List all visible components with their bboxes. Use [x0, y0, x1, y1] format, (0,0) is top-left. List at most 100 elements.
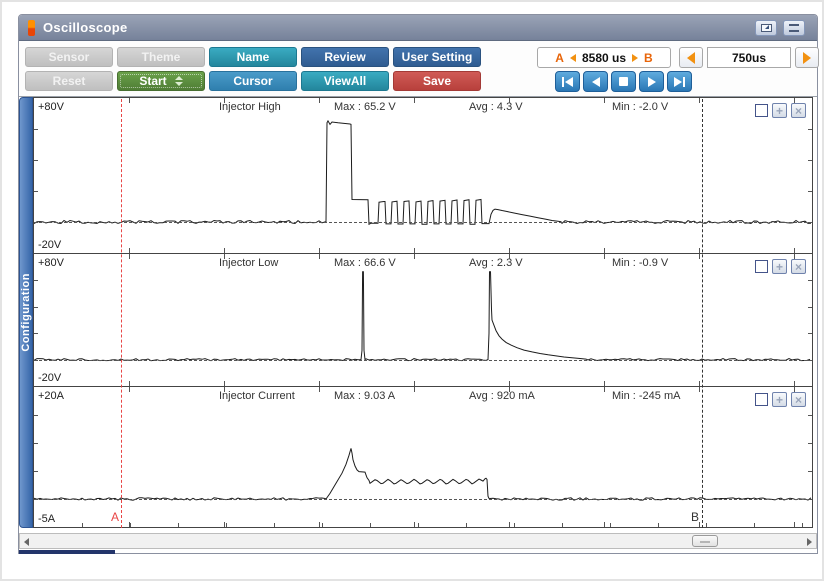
channel-expand-button[interactable]: +: [772, 259, 787, 274]
minimize-button[interactable]: [783, 20, 805, 36]
timebase-decrease-button[interactable]: [679, 47, 703, 68]
cursor-button[interactable]: Cursor: [209, 71, 297, 91]
sensor-button[interactable]: Sensor: [25, 47, 113, 67]
step-back-button[interactable]: [583, 71, 608, 92]
horizontal-scrollbar[interactable]: [19, 533, 817, 549]
timebase-value[interactable]: 750us: [707, 47, 791, 68]
start-spinner-icon[interactable]: [174, 76, 183, 86]
channel-close-button[interactable]: ×: [791, 392, 806, 407]
axis-tick: [604, 254, 605, 259]
axis-tick: [509, 381, 510, 386]
axis-tick: [224, 98, 225, 103]
cursor-a-line[interactable]: [121, 99, 122, 528]
axis-tick: [418, 523, 419, 527]
a-marker-icon: [569, 53, 576, 62]
stat-avg: Avg : 4.3 V: [469, 101, 523, 113]
axis-tick: [34, 129, 38, 130]
scroll-right-icon[interactable]: [807, 538, 812, 546]
channel-select-checkbox[interactable]: [755, 393, 768, 406]
skip-to-end-button[interactable]: [667, 71, 692, 92]
axis-tick: [604, 248, 605, 253]
axis-tick: [34, 191, 38, 192]
axis-tick: [319, 522, 320, 527]
stop-button[interactable]: [611, 71, 636, 92]
minimize-icon: [789, 24, 799, 32]
axis-tick: [224, 248, 225, 253]
start-button[interactable]: Start: [117, 71, 205, 91]
user-setting-button[interactable]: User Setting: [393, 47, 481, 67]
axis-tick: [509, 98, 510, 103]
bottom-left-bar: [19, 550, 115, 554]
axis-tick: [604, 522, 605, 527]
skip-to-start-icon: [565, 76, 573, 87]
axis-tick: [699, 98, 700, 103]
screenshot-button[interactable]: [755, 20, 777, 36]
skip-to-start-button[interactable]: [555, 71, 580, 92]
axis-tick: [319, 254, 320, 259]
name-button[interactable]: Name: [209, 47, 297, 67]
axis-tick: [34, 499, 38, 500]
screenshot-root: Oscilloscope Sensor Theme Name Review Us…: [0, 0, 824, 581]
y-min-label: -5A: [38, 513, 56, 525]
axis-tick: [808, 307, 812, 308]
axis-tick: [794, 248, 795, 253]
play-button[interactable]: [639, 71, 664, 92]
axis-tick: [794, 522, 795, 527]
channel-close-button[interactable]: ×: [791, 259, 806, 274]
axis-tick: [808, 280, 812, 281]
viewall-button[interactable]: ViewAll: [301, 71, 389, 91]
stat-avg: Avg : 920 mA: [469, 390, 535, 402]
channel-expand-button[interactable]: +: [772, 103, 787, 118]
axis-tick: [808, 360, 812, 361]
axis-tick: [319, 98, 320, 103]
axis-tick: [34, 360, 38, 361]
save-button[interactable]: Save: [393, 71, 481, 91]
oscilloscope-window: Oscilloscope Sensor Theme Name Review Us…: [18, 14, 819, 554]
axis-tick: [34, 471, 38, 472]
reset-button[interactable]: Reset: [25, 71, 113, 91]
axis-tick: [224, 387, 225, 392]
cursor-a-label: A: [555, 50, 564, 65]
axis-tick: [604, 381, 605, 386]
axis-tick: [274, 523, 275, 527]
channel-name: Injector Low: [219, 257, 279, 269]
waveform-area: +80V -20V Injector High Max : 65.2 V Avg…: [33, 97, 813, 528]
axis-tick: [808, 129, 812, 130]
review-button[interactable]: Review: [301, 47, 389, 67]
cursor-b-line[interactable]: [702, 99, 703, 528]
start-button-label: Start: [139, 74, 167, 88]
configuration-tab[interactable]: Configuration: [19, 97, 33, 528]
axis-tick: [34, 160, 38, 161]
axis-tick: [699, 381, 700, 386]
axis-tick: [129, 248, 130, 253]
axis-tick: [466, 523, 467, 527]
axis-tick: [319, 381, 320, 386]
titlebar[interactable]: Oscilloscope: [19, 15, 817, 41]
axis-tick: [178, 523, 179, 527]
channel-name: Injector High: [219, 101, 281, 113]
channel-expand-button[interactable]: +: [772, 392, 787, 407]
stat-max: Max : 66.6 V: [334, 257, 396, 269]
playback-controls: [555, 71, 692, 92]
axis-tick: [414, 248, 415, 253]
channel-select-checkbox[interactable]: [755, 104, 768, 117]
channel-close-button[interactable]: ×: [791, 103, 806, 118]
step-back-icon: [591, 76, 600, 87]
axis-tick: [808, 222, 812, 223]
scrollbar-thumb[interactable]: [692, 535, 718, 547]
axis-tick: [322, 523, 323, 527]
cursor-b-label: B: [644, 50, 653, 65]
axis-tick: [699, 387, 700, 392]
y-min-label: -20V: [38, 239, 62, 251]
cursor-a-bottom-label: A: [111, 510, 120, 524]
scroll-left-icon[interactable]: [24, 538, 29, 546]
axis-tick: [414, 387, 415, 392]
theme-button[interactable]: Theme: [117, 47, 205, 67]
timebase-increase-button[interactable]: [795, 47, 819, 68]
left-arrow-icon: [687, 51, 695, 64]
axis-tick: [754, 523, 755, 527]
skip-to-end-icon: [674, 76, 682, 87]
channel-select-checkbox[interactable]: [755, 260, 768, 273]
axis-tick: [82, 523, 83, 527]
axis-tick: [224, 522, 225, 527]
